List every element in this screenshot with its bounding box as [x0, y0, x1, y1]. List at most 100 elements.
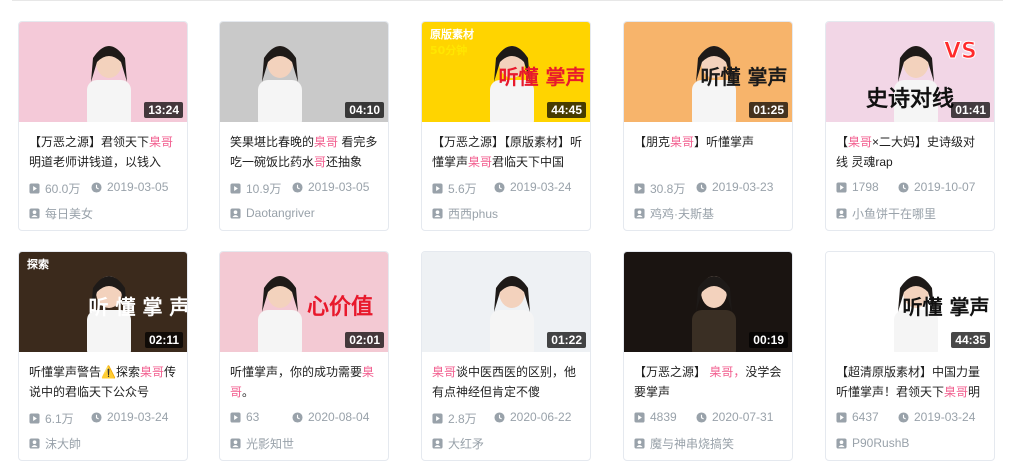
upload-date: 2019-03-24 — [914, 410, 976, 424]
uploader-name[interactable]: 魔与神串烧搞笑 — [650, 435, 734, 451]
video-thumbnail[interactable]: 史诗对线 VS 01:41 — [826, 22, 994, 122]
views-stat: 6437 — [836, 410, 879, 424]
title-text: 明 — [968, 385, 981, 399]
video-thumbnail[interactable]: 00:19 — [624, 252, 792, 352]
video-title[interactable]: 【臬哥×二大妈】史诗级对线 灵魂rap — [836, 132, 986, 172]
title-text: 听懂掌声，你的成功需要 — [230, 365, 363, 379]
title-text: 笑果堪比春晚的 — [230, 135, 315, 149]
video-card[interactable]: 04:10 笑果堪比春晚的臬哥 看完多吃一碗饭比药水哥还抽象 10.9万 2019-0… — [219, 21, 389, 231]
video-card[interactable]: 听懂 掌声 原版素材 50分钟 44:45 【万恶之源】【原版素材】听懂掌声臬哥君临天下… — [421, 21, 591, 231]
video-duration: 01:41 — [951, 102, 990, 118]
play-icon — [230, 183, 241, 194]
video-card[interactable]: 13:24 【万恶之源】君领天下臬哥明道老师讲钱道，以钱入 60.0万 2019-03… — [18, 21, 188, 231]
clock-icon — [91, 181, 102, 193]
video-thumbnail[interactable]: 13:24 — [19, 22, 187, 122]
video-thumbnail[interactable]: 04:10 — [220, 22, 388, 122]
video-card[interactable]: 听 懂 掌 声 探索 02:11 听懂掌声警告⚠️探索臬哥传说中的君临天下公众号 6.1… — [18, 251, 188, 461]
upload-date: 2019-10-07 — [914, 180, 976, 194]
title-text: 【万恶之源】 — [634, 365, 710, 379]
video-meta: 30.8万 2019-03-23 — [634, 180, 786, 196]
uploader-name[interactable]: 沫大帥 — [45, 435, 81, 451]
uploader[interactable]: 魔与神串烧搞笑 — [634, 435, 786, 451]
video-title[interactable]: 【万恶之源】 臬哥，没学会要掌声 — [634, 362, 784, 402]
views-count: 63 — [246, 410, 260, 424]
user-icon — [230, 207, 241, 219]
video-thumbnail[interactable]: 听懂 掌声 原版素材 50分钟 44:45 — [422, 22, 590, 122]
video-thumbnail[interactable]: 心价值 02:01 — [220, 252, 388, 352]
video-thumbnail[interactable]: 听懂 掌声 臬哥 高清 素材 44:35 — [826, 252, 994, 352]
uploader-name[interactable]: 西西phus — [448, 205, 498, 221]
title-keyword-highlight: 臬哥 — [944, 385, 969, 399]
svg-text:原版素材: 原版素材 — [430, 27, 474, 41]
views-stat: 2.8万 — [432, 410, 477, 427]
video-thumbnail[interactable]: 听 懂 掌 声 探索 02:11 — [19, 252, 187, 352]
uploader[interactable]: 小鱼饼干在哪里 — [836, 205, 988, 221]
upload-date: 2019-03-24 — [510, 180, 572, 194]
video-meta: 1798 2019-10-07 — [836, 180, 988, 196]
clock-icon — [292, 181, 303, 193]
user-icon — [432, 207, 443, 219]
clock-icon — [898, 181, 909, 193]
uploader-name[interactable]: 每日美女 — [45, 205, 93, 221]
video-card[interactable]: 史诗对线 VS 01:41 【臬哥×二大妈】史诗级对线 灵魂rap 1798 2019-1… — [825, 21, 995, 231]
play-icon — [432, 183, 443, 194]
video-card[interactable]: 00:19 【万恶之源】 臬哥，没学会要掌声 4839 2020-07-31 魔与神串烧… — [623, 251, 793, 461]
uploader[interactable]: 鸡鸡·夫斯基 — [634, 205, 786, 221]
video-card[interactable]: 心价值 02:01 听懂掌声，你的成功需要臬哥。 63 2020-08-04 光影知世 — [219, 251, 389, 461]
upload-date: 2020-08-04 — [308, 410, 370, 424]
svg-text:听懂 掌声: 听懂 掌声 — [903, 295, 990, 319]
video-title[interactable]: 【超清原版素材】中国力量听懂掌声！君领天下臬哥明 — [836, 362, 986, 402]
upload-date: 2020-07-31 — [712, 410, 774, 424]
uploader[interactable]: P90RushB — [836, 435, 988, 451]
video-title[interactable]: 臬哥谈中医西医的区别，他有点神经但肯定不傻 — [432, 362, 582, 402]
title-keyword-highlight: 臬哥 — [432, 365, 457, 379]
user-icon — [836, 437, 847, 449]
upload-date: 2019-03-05 — [107, 180, 169, 194]
video-title[interactable]: 听懂掌声，你的成功需要臬哥。 — [230, 362, 380, 402]
video-card[interactable]: 听懂 掌声 01:25 【朋克臬哥】听懂掌声 30.8万 2019-03-23 鸡鸡·夫斯… — [623, 21, 793, 231]
video-duration: 44:35 — [951, 332, 990, 348]
video-card[interactable]: 听懂 掌声 臬哥 高清 素材 44:35 【超清原版素材】中国力量听懂掌声！君领天下臬… — [825, 251, 995, 461]
uploader-name[interactable]: 光影知世 — [246, 435, 294, 451]
uploader[interactable]: 沫大帥 — [29, 435, 181, 451]
views-stat: 60.0万 — [29, 180, 80, 197]
uploader-name[interactable]: P90RushB — [852, 436, 909, 450]
clock-icon — [494, 181, 505, 193]
clock-icon — [91, 411, 102, 423]
date-stat: 2020-07-31 — [696, 410, 773, 424]
uploader-name[interactable]: 大红矛 — [448, 435, 484, 451]
play-icon — [432, 413, 443, 424]
video-duration: 02:11 — [144, 332, 183, 348]
uploader[interactable]: 西西phus — [432, 205, 584, 221]
upload-date: 2019-03-23 — [712, 180, 774, 194]
uploader-name[interactable]: 鸡鸡·夫斯基 — [650, 205, 714, 221]
video-title[interactable]: 【万恶之源】君领天下臬哥明道老师讲钱道，以钱入 — [29, 132, 179, 172]
video-thumbnail[interactable]: 01:22 — [422, 252, 590, 352]
views-stat: 1798 — [836, 180, 879, 194]
date-stat: 2020-08-04 — [292, 410, 369, 424]
video-duration: 02:01 — [345, 332, 384, 348]
upload-date: 2019-03-24 — [107, 410, 169, 424]
views-stat: 5.6万 — [432, 180, 477, 197]
views-stat: 4839 — [634, 410, 677, 424]
video-title[interactable]: 笑果堪比春晚的臬哥 看完多吃一碗饭比药水哥还抽象 — [230, 132, 380, 172]
svg-text:听懂 掌声: 听懂 掌声 — [701, 65, 788, 89]
title-keyword-highlight: 哥 — [314, 155, 327, 169]
views-count: 5.6万 — [448, 182, 477, 196]
uploader[interactable]: 每日美女 — [29, 205, 181, 221]
uploader[interactable]: 大红矛 — [432, 435, 584, 451]
video-grid: 13:24 【万恶之源】君领天下臬哥明道老师讲钱道，以钱入 60.0万 2019-03… — [0, 0, 1015, 473]
svg-text:心价值: 心价值 — [307, 294, 373, 320]
title-text: 【 — [836, 135, 849, 149]
uploader[interactable]: Daotangriver — [230, 205, 382, 221]
video-thumbnail[interactable]: 听懂 掌声 01:25 — [624, 22, 792, 122]
video-title[interactable]: 听懂掌声警告⚠️探索臬哥传说中的君临天下公众号 — [29, 362, 179, 402]
video-card[interactable]: 01:22 臬哥谈中医西医的区别，他有点神经但肯定不傻 2.8万 2020-06-22… — [421, 251, 591, 461]
uploader-name[interactable]: Daotangriver — [246, 206, 315, 220]
uploader[interactable]: 光影知世 — [230, 435, 382, 451]
video-title[interactable]: 【万恶之源】【原版素材】听懂掌声臬哥君临天下中国 — [432, 132, 582, 172]
video-title[interactable]: 【朋克臬哥】听懂掌声 — [634, 132, 784, 172]
uploader-name[interactable]: 小鱼饼干在哪里 — [852, 205, 936, 221]
views-count: 30.8万 — [650, 182, 686, 196]
video-meta: 6.1万 2019-03-24 — [29, 410, 181, 426]
